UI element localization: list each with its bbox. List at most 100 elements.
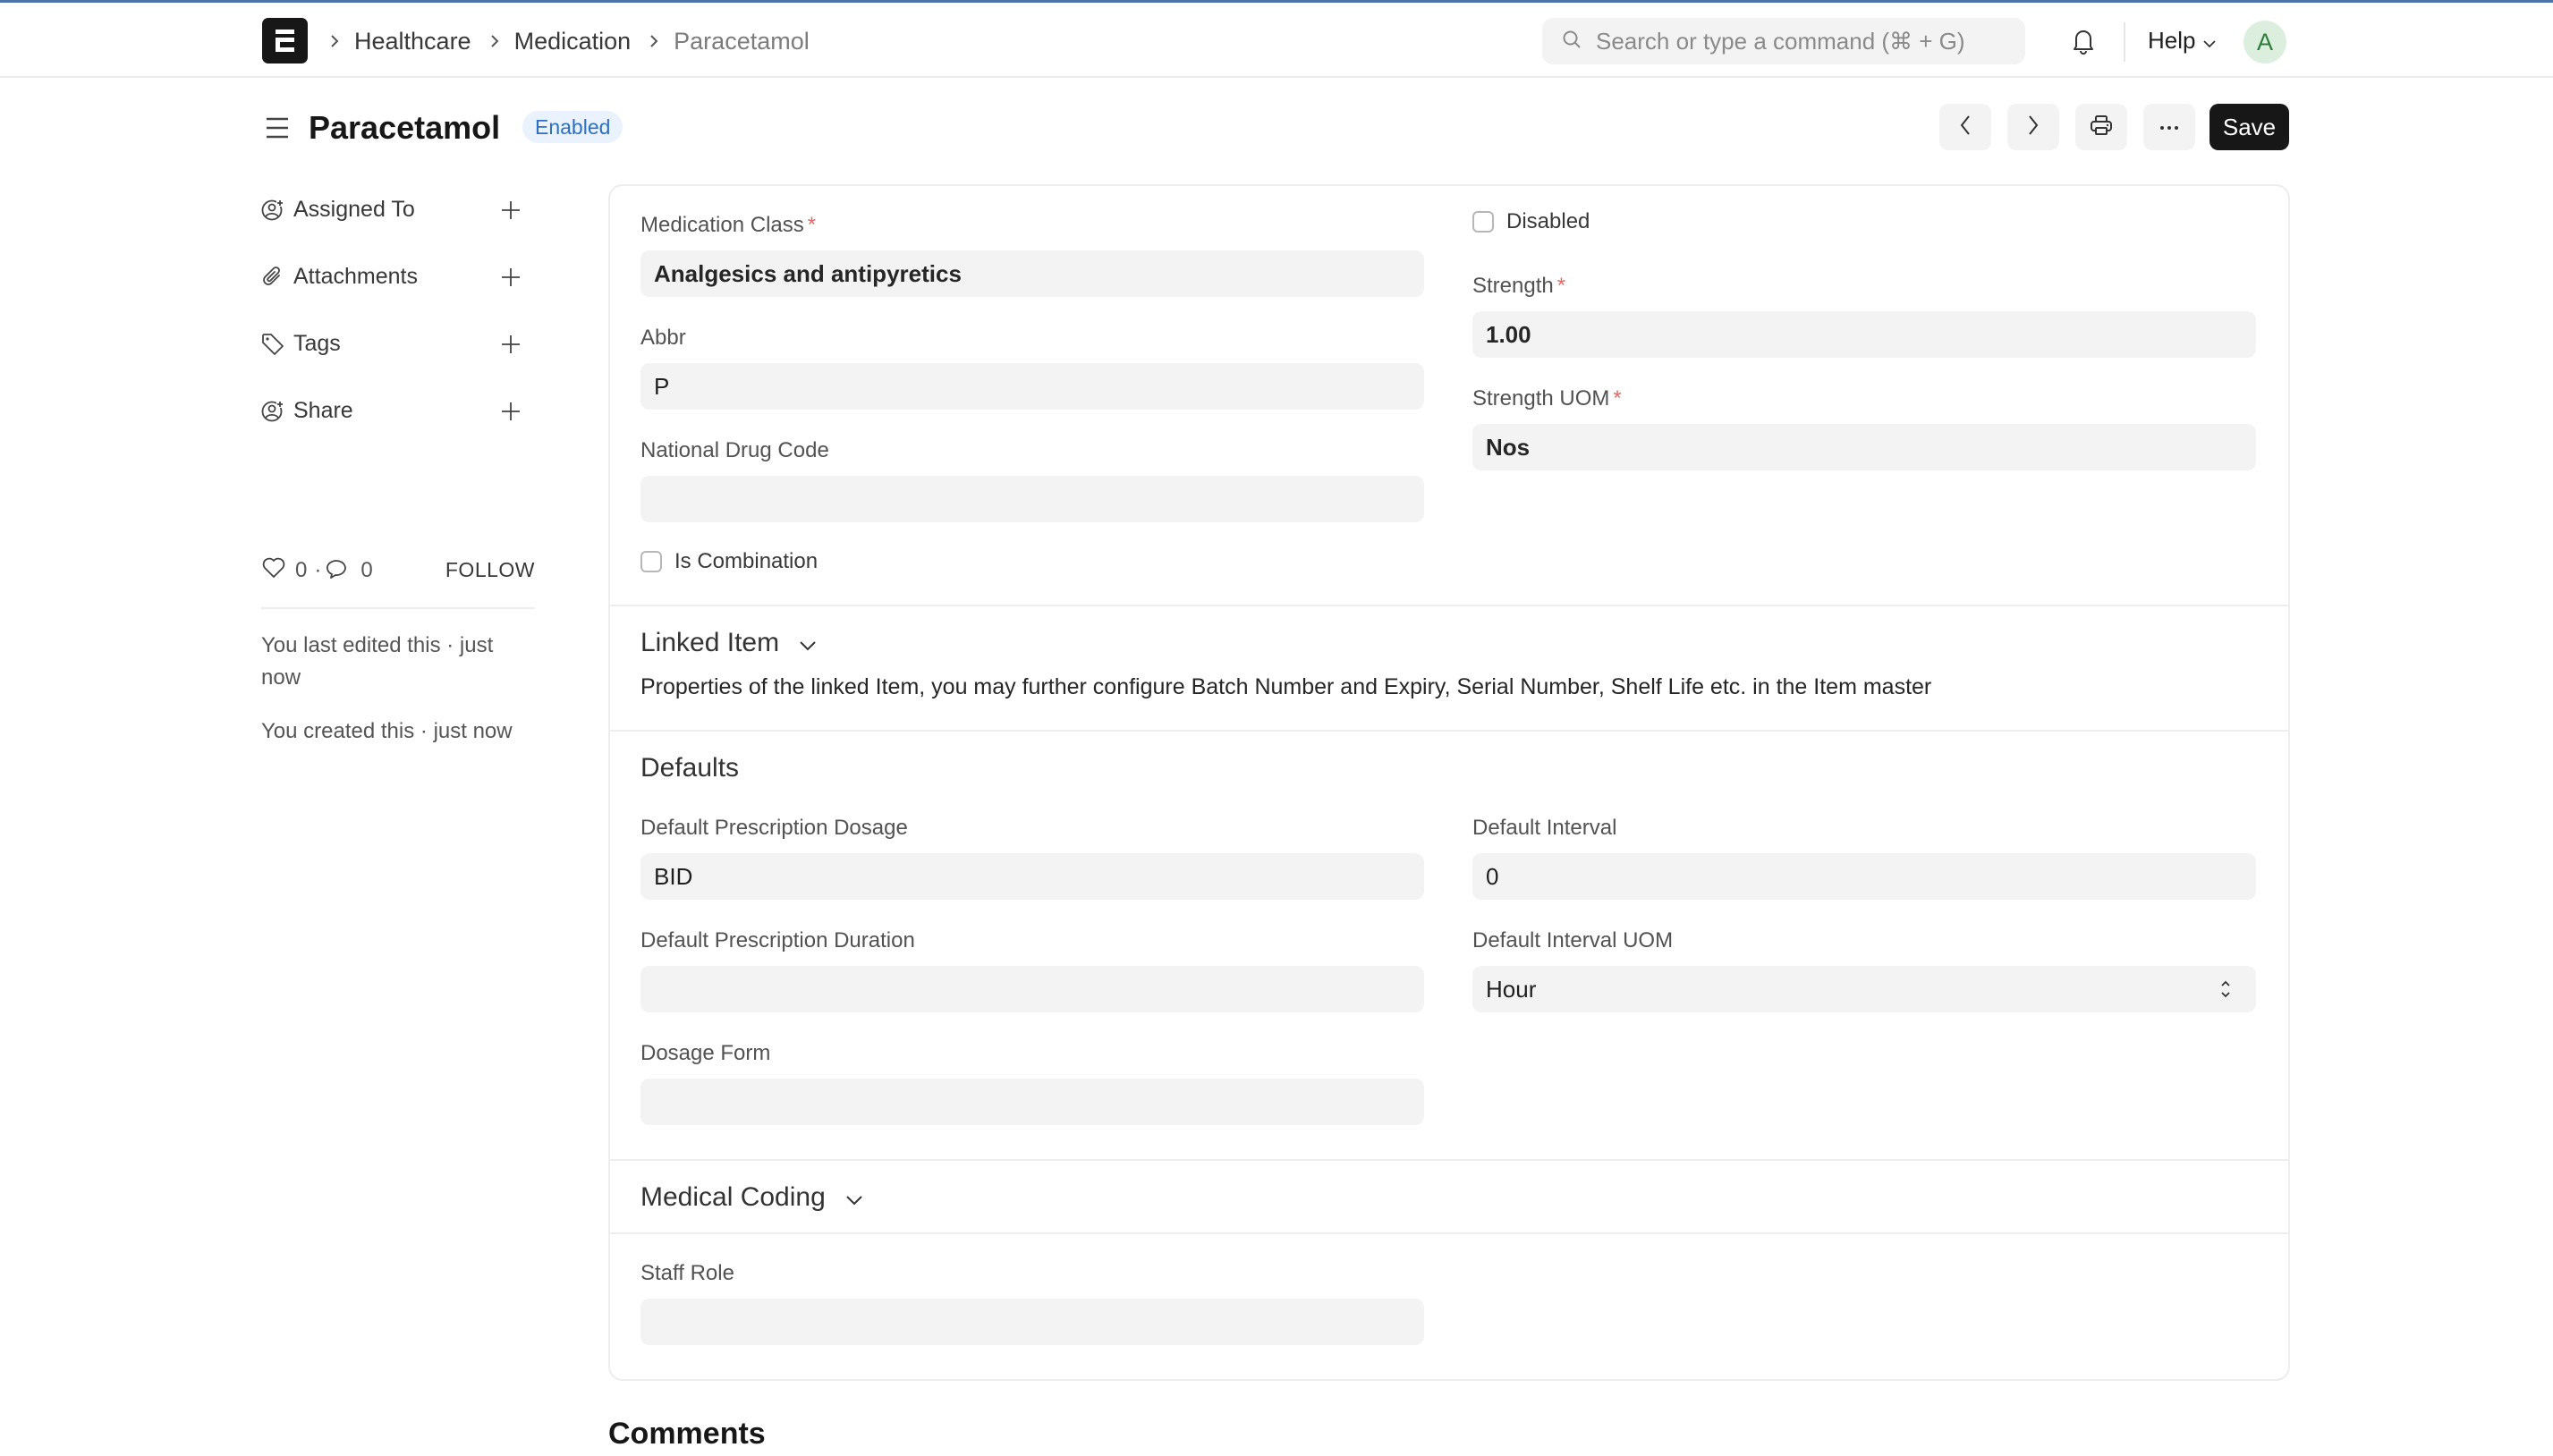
- default-interval-field[interactable]: 0: [1472, 853, 2256, 900]
- staff-role-label: Staff Role: [640, 1261, 734, 1285]
- avatar[interactable]: A: [2243, 21, 2286, 63]
- form-sidebar: Assigned To Attachments Tags Share: [261, 197, 535, 465]
- default-prescription-duration-label: Default Prescription Duration: [640, 928, 915, 952]
- medication-class-field[interactable]: Analgesics and antipyretics: [640, 250, 1424, 297]
- abbr-field[interactable]: P: [640, 363, 1424, 410]
- select-updown-icon: [2220, 978, 2231, 1006]
- linked-item-section-toggle[interactable]: Linked Item: [640, 628, 817, 658]
- defaults-section-title: Defaults: [640, 753, 740, 783]
- plus-icon[interactable]: [501, 200, 521, 226]
- sidebar-item-label: Assigned To: [293, 197, 415, 222]
- default-interval-label: Default Interval: [1472, 816, 1617, 840]
- section-divider: [610, 605, 2288, 606]
- dosage-form-label: Dosage Form: [640, 1041, 771, 1065]
- search-icon: [1562, 30, 1582, 54]
- activity-last-edited: You last edited this · just now: [261, 633, 494, 690]
- sidebar-item-label: Share: [293, 398, 353, 423]
- printer-icon: [2090, 114, 2113, 140]
- user-plus-icon: [261, 197, 286, 224]
- sidebar-item-tags[interactable]: Tags: [261, 331, 535, 398]
- plus-icon[interactable]: [501, 267, 521, 293]
- notification-bell-icon[interactable]: [2072, 28, 2095, 59]
- default-prescription-dosage-label: Default Prescription Dosage: [640, 816, 908, 840]
- breadcrumb-paracetamol[interactable]: Paracetamol: [674, 28, 810, 55]
- sidebar-item-label: Attachments: [293, 264, 418, 289]
- sidebar-item-label: Tags: [293, 331, 341, 356]
- national-drug-code-label: National Drug Code: [640, 438, 829, 462]
- activity-created: You created this · just now: [261, 719, 513, 743]
- comments-heading: Comments: [608, 1417, 766, 1451]
- heart-icon[interactable]: [261, 556, 286, 586]
- chevron-down-icon: [2195, 27, 2217, 55]
- linked-item-description: Properties of the linked Item, you may f…: [640, 674, 1932, 699]
- section-divider: [610, 1159, 2288, 1161]
- section-divider: [610, 1232, 2288, 1234]
- disabled-label: Disabled: [1506, 209, 1590, 233]
- next-record-button[interactable]: [2007, 104, 2059, 150]
- save-button[interactable]: Save: [2209, 104, 2289, 150]
- medical-coding-title: Medical Coding: [640, 1182, 826, 1212]
- form-card: Medication Class * Analgesics and antipyr…: [608, 184, 2290, 1381]
- strength-label: Strength *: [1472, 274, 1566, 298]
- chevron-right-icon: [329, 33, 340, 49]
- paperclip-icon: [261, 264, 286, 291]
- status-badge: Enabled: [522, 111, 623, 143]
- checkbox-box[interactable]: [640, 551, 662, 572]
- sidebar-divider: [261, 607, 535, 609]
- breadcrumb: Healthcare Medication Paracetamol: [329, 24, 827, 58]
- chevron-right-icon: [2027, 114, 2040, 140]
- navbar-divider: [2124, 22, 2125, 62]
- user-plus-icon: [261, 398, 286, 425]
- strength-uom-field[interactable]: Nos: [1472, 424, 2256, 470]
- sidebar-item-assigned-to[interactable]: Assigned To: [261, 197, 535, 264]
- search-placeholder: Search or type a command (⌘ + G): [1596, 27, 1965, 55]
- linked-item-title: Linked Item: [640, 628, 780, 657]
- is-combination-checkbox[interactable]: Is Combination: [640, 549, 818, 574]
- chevron-down-icon: [826, 1182, 863, 1213]
- strength-uom-label: Strength UOM *: [1472, 386, 1622, 411]
- ellipsis-icon: [2159, 119, 2179, 135]
- breadcrumb-healthcare[interactable]: Healthcare: [354, 28, 471, 55]
- checkbox-box[interactable]: [1472, 211, 1494, 233]
- plus-icon[interactable]: [501, 334, 521, 360]
- default-interval-uom-value: Hour: [1486, 975, 1537, 1003]
- national-drug-code-field[interactable]: [640, 476, 1424, 522]
- sidebar-item-attachments[interactable]: Attachments: [261, 264, 535, 331]
- sidebar-toggle-icon[interactable]: [265, 116, 290, 144]
- follow-button[interactable]: FOLLOW: [445, 558, 535, 582]
- comment-icon[interactable]: [327, 556, 352, 586]
- help-label: Help: [2148, 27, 2196, 54]
- default-prescription-duration-field[interactable]: [640, 966, 1424, 1012]
- default-prescription-dosage-field[interactable]: BID: [640, 853, 1424, 900]
- previous-record-button[interactable]: [1939, 104, 1991, 150]
- is-combination-label: Is Combination: [674, 549, 818, 573]
- default-interval-uom-label: Default Interval UOM: [1472, 928, 1674, 952]
- search-input[interactable]: Search or type a command (⌘ + G): [1542, 18, 2025, 64]
- chevron-left-icon: [1959, 114, 1972, 140]
- breadcrumb-medication[interactable]: Medication: [514, 28, 632, 55]
- medication-class-label: Medication Class *: [640, 213, 817, 237]
- page-title: Paracetamol: [309, 109, 501, 146]
- default-interval-uom-select[interactable]: Hour: [1472, 966, 2256, 1012]
- navbar: Healthcare Medication Paracetamol Search…: [0, 3, 2553, 78]
- strength-field[interactable]: 1.00: [1472, 311, 2256, 358]
- abbr-label: Abbr: [640, 326, 686, 350]
- tag-icon: [261, 331, 286, 358]
- print-button[interactable]: [2075, 104, 2127, 150]
- likes-count: 0: [295, 558, 308, 582]
- plus-icon[interactable]: [501, 402, 521, 427]
- chevron-right-icon: [489, 33, 500, 49]
- more-actions-button[interactable]: [2143, 104, 2195, 150]
- section-divider: [610, 730, 2288, 732]
- staff-role-field[interactable]: [640, 1299, 1424, 1345]
- dosage-form-field[interactable]: [640, 1079, 1424, 1125]
- medical-coding-section-toggle[interactable]: Medical Coding: [640, 1182, 863, 1213]
- app-logo[interactable]: [262, 18, 308, 63]
- help-dropdown[interactable]: Help: [2148, 27, 2217, 55]
- activity-log: You last edited this · just now You crea…: [261, 630, 530, 769]
- chevron-right-icon: [649, 33, 659, 49]
- sidebar-item-share[interactable]: Share: [261, 398, 535, 465]
- stats-separator: ·: [314, 558, 322, 582]
- comments-count: 0: [360, 558, 373, 582]
- disabled-checkbox[interactable]: Disabled: [1472, 209, 1590, 234]
